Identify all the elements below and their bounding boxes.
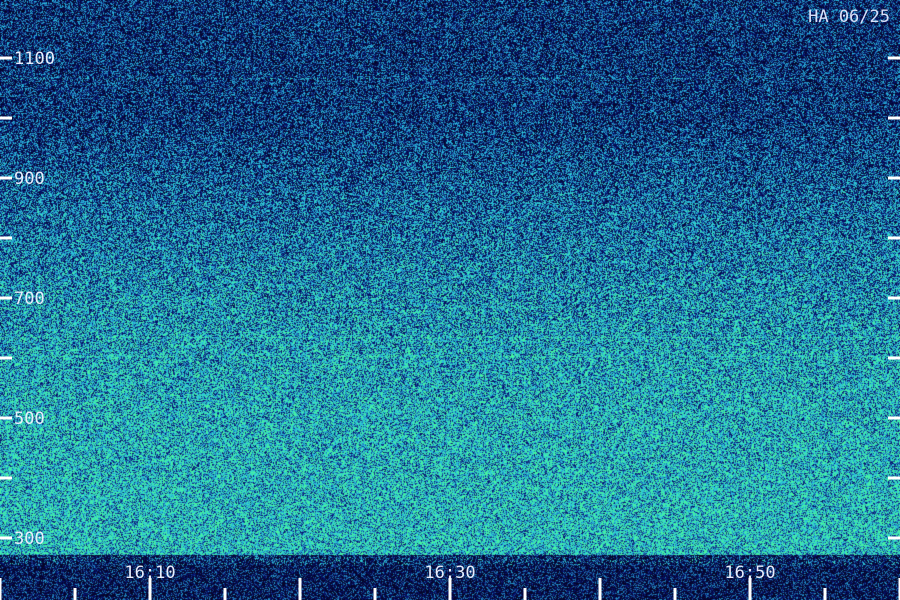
frequency-axis: 1100 900 700 500 300 xyxy=(0,49,900,549)
y-tick-label-900: 900 xyxy=(14,169,45,189)
x-tick-label-1610: 16:10 xyxy=(124,563,175,583)
y-tick-label-700: 700 xyxy=(14,289,45,309)
spectrogram-viewer: 1100 900 700 500 300 16:10 16:30 16:50 HA 06/2… xyxy=(0,0,900,600)
y-tick-label-500: 500 xyxy=(14,409,45,429)
station-label: HA 06/25 xyxy=(808,7,890,27)
x-tick-label-1650: 16:50 xyxy=(724,563,775,583)
axis-overlay: 1100 900 700 500 300 16:10 16:30 16:50 HA 06/2… xyxy=(0,7,900,600)
y-tick-label-300: 300 xyxy=(14,529,45,549)
y-tick-label-1100: 1100 xyxy=(14,49,55,69)
time-axis: 16:10 16:30 16:50 xyxy=(0,563,900,600)
x-tick-label-1630: 16:30 xyxy=(424,563,475,583)
